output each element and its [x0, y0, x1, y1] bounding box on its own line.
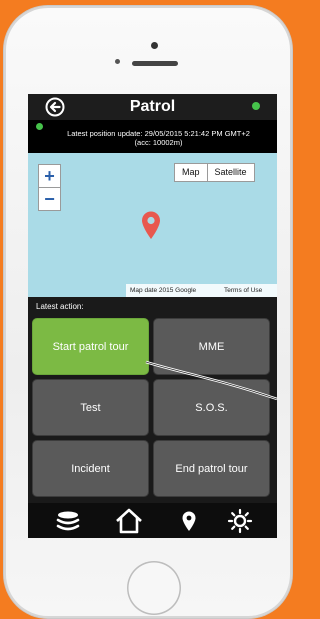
- mme-button[interactable]: MME: [153, 318, 270, 375]
- zoom-control: + −: [38, 164, 61, 211]
- sos-button[interactable]: S.O.S.: [153, 379, 270, 436]
- page-title: Patrol: [129, 98, 176, 115]
- end-patrol-tour-button[interactable]: End patrol tour: [153, 440, 270, 497]
- incident-button[interactable]: Incident: [32, 440, 149, 497]
- home-button[interactable]: [127, 561, 181, 615]
- layers-icon[interactable]: [54, 508, 82, 534]
- test-button[interactable]: Test: [32, 379, 149, 436]
- terms-of-use-link[interactable]: Terms of Use: [224, 284, 262, 297]
- map-footer: Map date 2015 Google Terms of Use: [126, 284, 277, 297]
- app-header: Patrol: [28, 94, 277, 120]
- zoom-in-button[interactable]: +: [39, 165, 60, 187]
- map-type-satellite-button[interactable]: Satellite: [208, 164, 254, 181]
- status-indicator: [252, 102, 260, 110]
- map-type-control: Map Satellite: [174, 163, 255, 182]
- position-update-line: Latest position update: 29/05/2015 5:21:…: [67, 129, 250, 138]
- app-screen: Patrol Latest position update: 29/05/201…: [28, 94, 277, 538]
- bottom-navigation: [28, 503, 277, 538]
- latest-action-label: Latest action:: [36, 302, 84, 311]
- map-attribution: Map date 2015 Google: [130, 287, 197, 294]
- position-accuracy: (acc: 10002m): [134, 138, 183, 147]
- map-view[interactable]: + − Map Satellite Map date 2015 Google T…: [28, 153, 277, 297]
- location-pin-icon[interactable]: [175, 508, 203, 534]
- proximity-sensor: [115, 59, 120, 64]
- position-update-bar: Latest position update: 29/05/2015 5:21:…: [28, 120, 277, 153]
- start-patrol-tour-button[interactable]: Start patrol tour: [32, 318, 149, 375]
- position-update-text: Latest position update: 29/05/2015 5:21:…: [42, 129, 275, 147]
- brightness-icon[interactable]: [226, 508, 254, 534]
- zoom-out-button[interactable]: −: [39, 188, 60, 210]
- map-type-map-button[interactable]: Map: [175, 164, 207, 181]
- earpiece-speaker: [132, 61, 178, 66]
- front-camera: [151, 42, 158, 49]
- map-pin-icon[interactable]: [140, 210, 162, 240]
- home-icon[interactable]: [115, 508, 143, 534]
